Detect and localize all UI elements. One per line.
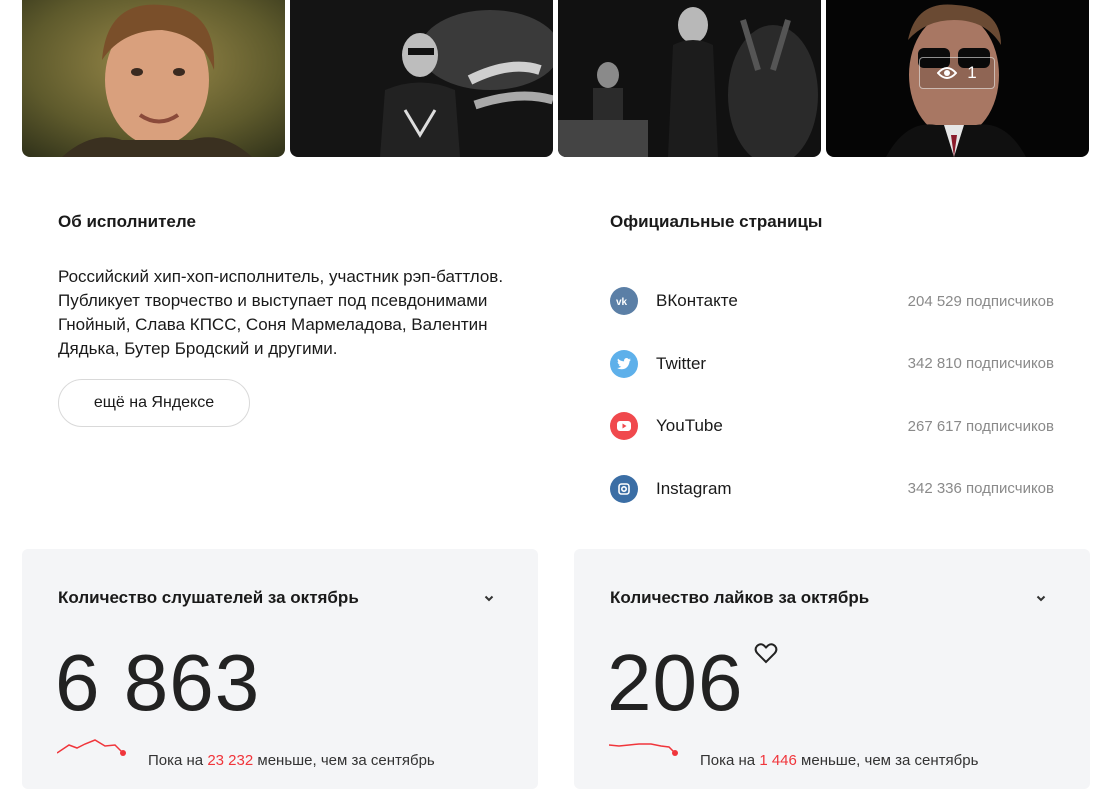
listeners-trend-sparkline bbox=[57, 739, 126, 756]
views-badge[interactable]: 1 bbox=[919, 57, 995, 89]
artist-photo-4[interactable]: 1 bbox=[826, 0, 1089, 157]
listeners-value: 6 863 bbox=[55, 638, 261, 727]
social-link-instagram[interactable]: Instagram 342 336 подписчиков bbox=[610, 458, 1054, 521]
social-link-vk[interactable]: vk ВКонтакте 204 529 подписчиков bbox=[610, 270, 1054, 333]
likes-title: Количество лайков за октябрь bbox=[610, 588, 870, 607]
chevron-down-icon[interactable] bbox=[482, 591, 496, 605]
social-name: YouTube bbox=[656, 416, 723, 436]
more-on-yandex-button[interactable]: ещё на Яндексе bbox=[58, 379, 250, 427]
subscribers-count: 267 617 подписчиков bbox=[907, 417, 1054, 435]
listeners-card: Количество слушателей за октябрь 6 863 П… bbox=[22, 549, 538, 789]
official-pages-title: Официальные страницы bbox=[610, 212, 823, 231]
comparison-diff: 23 232 bbox=[207, 752, 254, 769]
artist-photo-2[interactable] bbox=[290, 0, 553, 157]
portrait-image bbox=[22, 0, 285, 157]
stage-image bbox=[558, 0, 821, 157]
social-link-twitter[interactable]: Twitter 342 810 подписчиков bbox=[610, 333, 1054, 396]
comparison-diff: 1 446 bbox=[759, 752, 797, 769]
subscribers-count: 342 810 подписчиков bbox=[907, 355, 1054, 373]
comparison-prefix: Пока на bbox=[148, 752, 208, 769]
about-section: Об исполнителе Российский хип-хоп-исполн… bbox=[58, 212, 518, 427]
twitter-icon bbox=[610, 349, 638, 378]
instagram-icon bbox=[610, 474, 638, 503]
comparison-suffix: меньше, чем за сентябрь bbox=[796, 752, 979, 769]
eye-icon bbox=[937, 67, 958, 79]
concert-image bbox=[290, 0, 553, 157]
youtube-icon bbox=[610, 412, 638, 441]
social-list: vk ВКонтакте 204 529 подписчиков Twitter… bbox=[610, 270, 1054, 520]
vk-icon: vk bbox=[610, 287, 638, 316]
social-name: Instagram bbox=[656, 478, 732, 498]
artist-photo-1[interactable] bbox=[22, 0, 285, 157]
official-pages-section: Официальные страницы vk ВКонтакте 204 52… bbox=[610, 212, 1054, 520]
listeners-title: Количество слушателей за октябрь bbox=[58, 588, 359, 607]
likes-card: Количество лайков за октябрь 206 Пока на… bbox=[574, 549, 1090, 789]
about-text: Российский хип-хоп-исполнитель, участник… bbox=[58, 267, 504, 358]
likes-value: 206 bbox=[607, 638, 744, 727]
photo-gallery: 1 bbox=[22, 0, 1089, 157]
social-name: ВКонтакте bbox=[656, 291, 738, 311]
subscribers-count: 342 336 подписчиков bbox=[907, 480, 1054, 498]
comparison-prefix: Пока на bbox=[700, 752, 760, 769]
chevron-down-icon[interactable] bbox=[1034, 591, 1048, 605]
subscribers-count: 204 529 подписчиков bbox=[907, 292, 1054, 310]
about-title: Об исполнителе bbox=[58, 212, 196, 231]
comparison-suffix: меньше, чем за сентябрь bbox=[253, 752, 435, 769]
likes-comparison: Пока на 1 446 меньше, чем за сентябрь bbox=[700, 752, 978, 769]
views-count: 1 bbox=[967, 63, 977, 82]
artist-photo-3[interactable] bbox=[558, 0, 821, 157]
svg-text:vk: vk bbox=[616, 297, 628, 306]
likes-trend-sparkline bbox=[609, 743, 678, 756]
listeners-comparison: Пока на 23 232 меньше, чем за сентябрь bbox=[148, 752, 435, 769]
social-name: Twitter bbox=[656, 353, 707, 373]
social-link-youtube[interactable]: YouTube 267 617 подписчиков bbox=[610, 395, 1054, 458]
heart-icon[interactable] bbox=[754, 642, 778, 664]
